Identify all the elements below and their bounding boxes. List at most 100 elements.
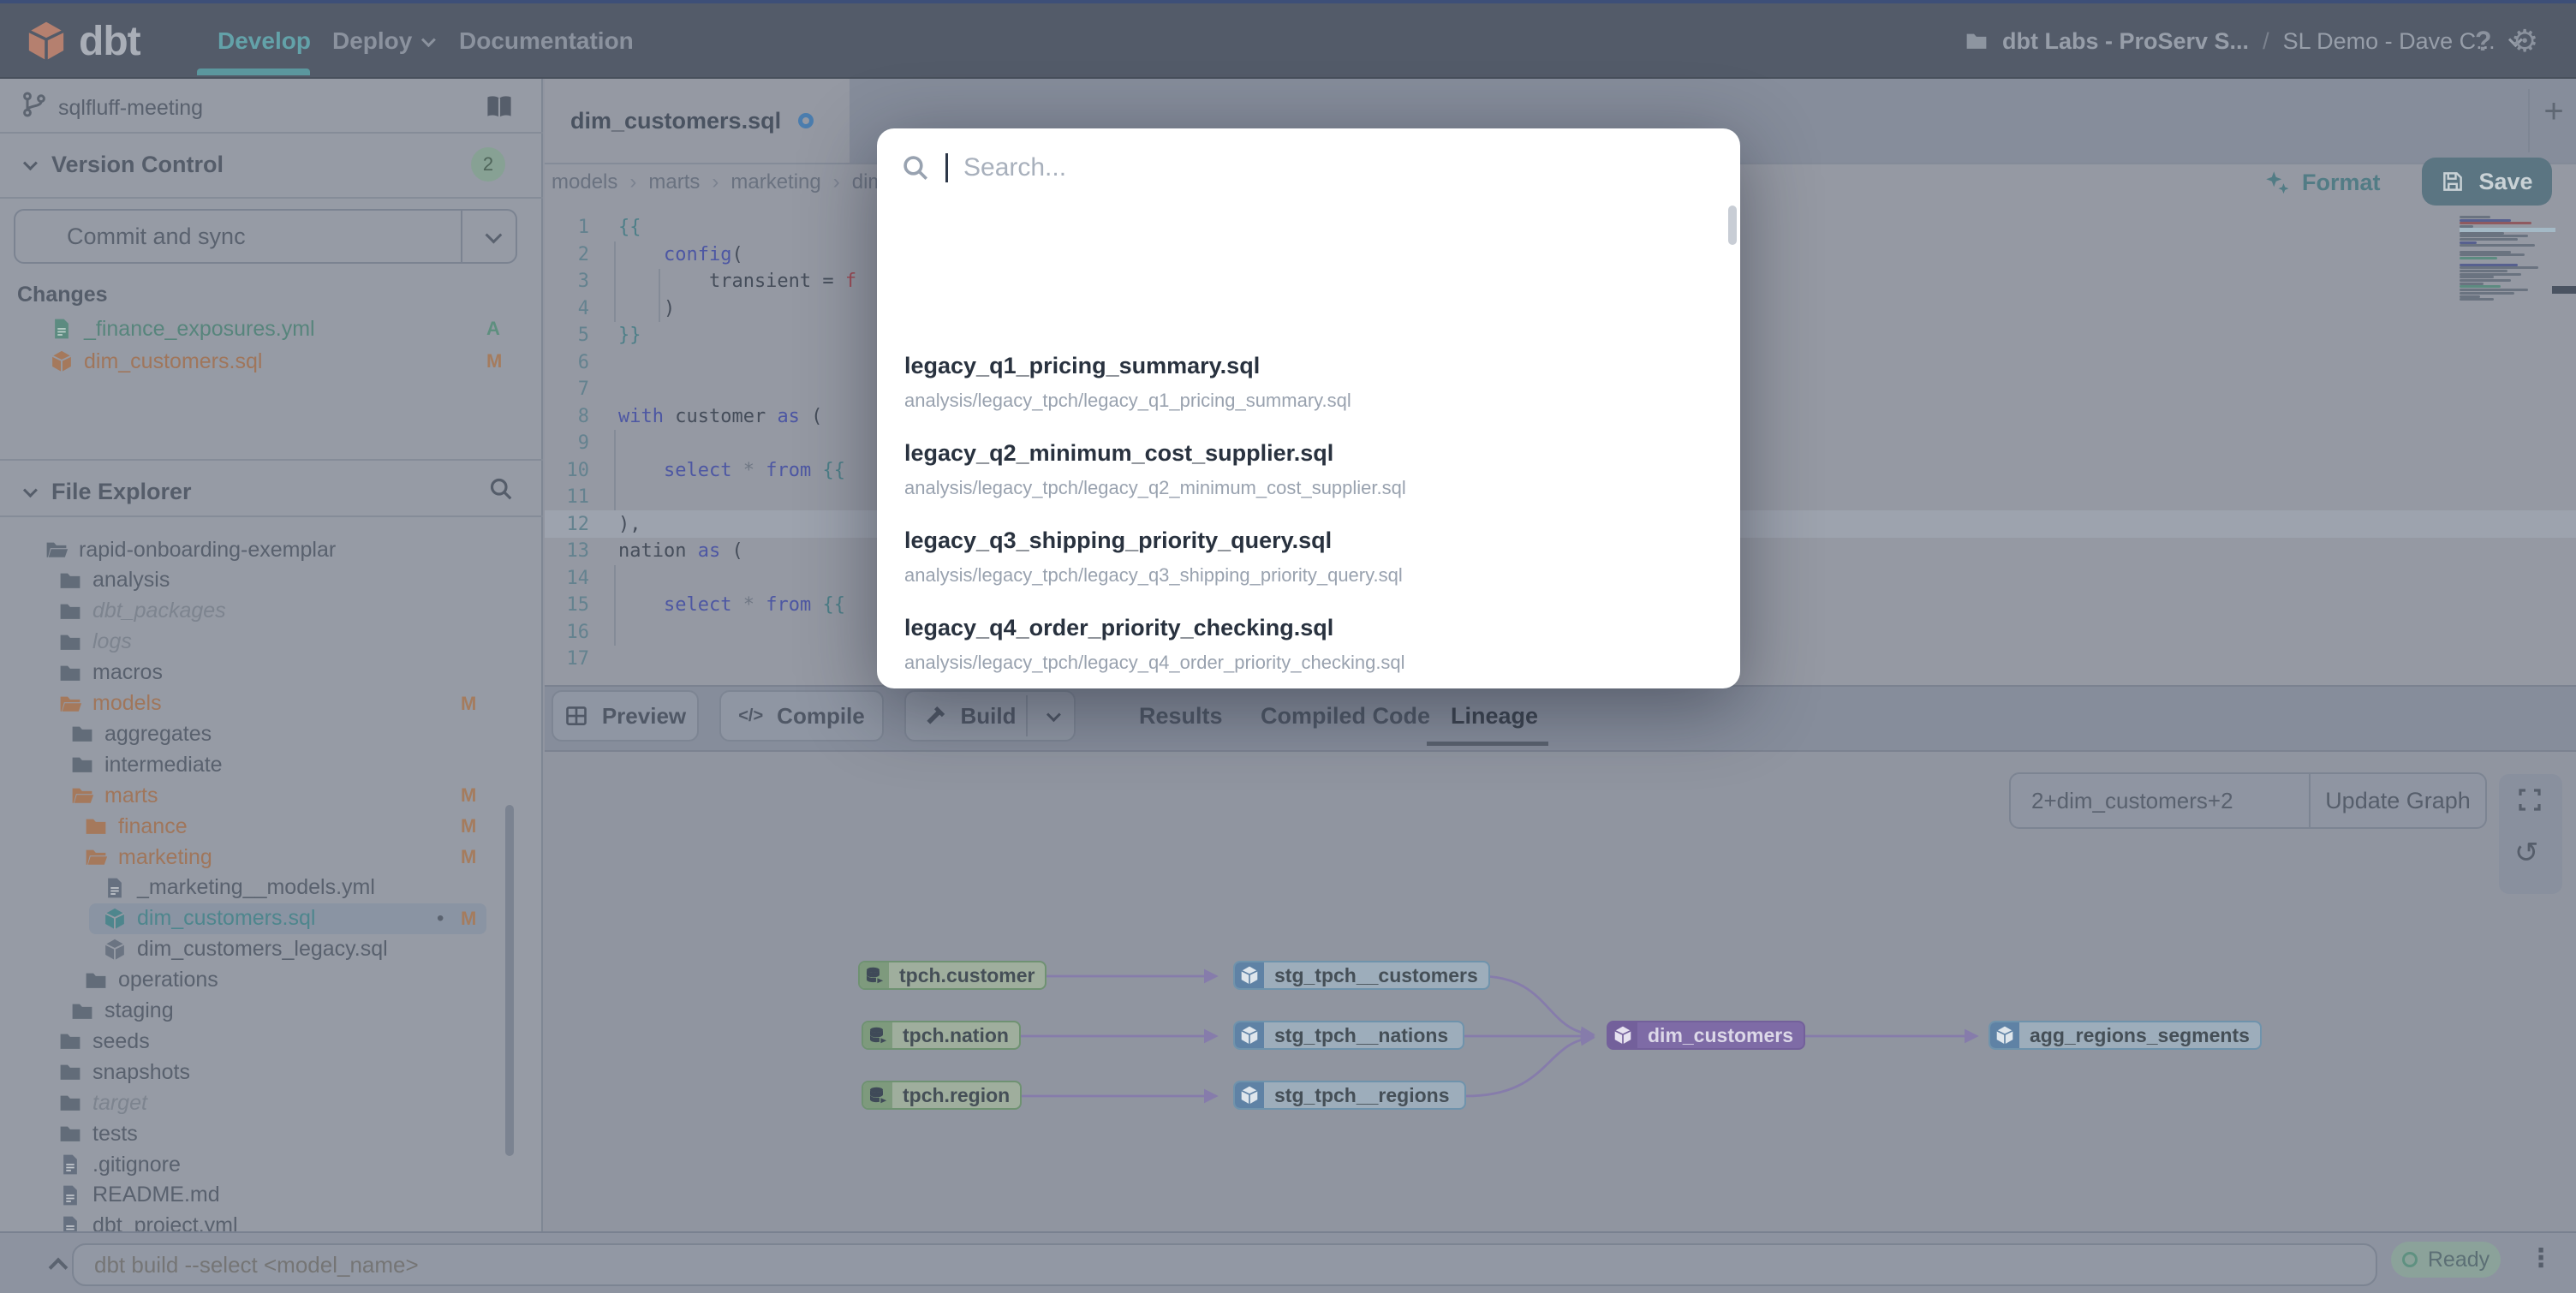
- code-icon: </>: [738, 706, 764, 725]
- floppy-icon: [2441, 170, 2465, 194]
- tree-item-analysis[interactable]: analysis: [0, 565, 528, 596]
- file-tree-scrollbar[interactable]: [505, 805, 514, 1156]
- tree-item-rapid-onboarding-exemplar[interactable]: rapid-onboarding-exemplar: [0, 534, 528, 565]
- tree-item-dbt-packages[interactable]: dbt_packages: [0, 596, 528, 627]
- tree-item-marts[interactable]: marts M: [0, 780, 528, 811]
- tree-item-label: macros: [92, 660, 163, 685]
- tab-results[interactable]: Results: [1139, 690, 1223, 742]
- nav-documentation[interactable]: Documentation: [459, 3, 634, 79]
- commit-and-sync-button[interactable]: Commit and sync: [14, 209, 517, 264]
- modified-badge: M: [461, 692, 477, 714]
- help-icon[interactable]: ?: [2475, 3, 2492, 79]
- tree-item-target[interactable]: target: [0, 1087, 528, 1118]
- changes-label: Changes: [17, 283, 108, 307]
- lineage-node-stg-tpch-regions[interactable]: stg_tpch__regions: [1233, 1081, 1466, 1110]
- update-graph-button[interactable]: Update Graph: [2309, 774, 2485, 827]
- tree-item-label: seeds: [92, 1028, 150, 1053]
- docs-book-icon[interactable]: [485, 92, 514, 122]
- code-text: select * from {{: [663, 459, 845, 481]
- dbt-command-input[interactable]: [72, 1243, 2377, 1286]
- minimap-viewport: [2460, 228, 2555, 232]
- model-cube-icon: [103, 907, 127, 931]
- code-text: {{: [618, 217, 641, 238]
- tree-item-aggregates[interactable]: aggregates: [0, 718, 528, 749]
- search-icon[interactable]: [488, 476, 514, 502]
- database-icon: [863, 1082, 892, 1108]
- lineage-node-agg-regions-segments[interactable]: agg_regions_segments: [1989, 1021, 2262, 1050]
- change-row[interactable]: _finance_exposures.yml A: [0, 313, 514, 344]
- modal-scrollbar-thumb[interactable]: [1728, 206, 1737, 245]
- search-icon: [901, 153, 930, 182]
- search-result-item[interactable]: legacy_q3_shipping_priority_query.sql ana…: [904, 527, 1658, 587]
- tree-item--gitignore[interactable]: .gitignore: [0, 1149, 528, 1180]
- tree-item-dim-customers-legacy-sql[interactable]: dim_customers_legacy.sql: [0, 934, 528, 965]
- compile-button[interactable]: </> Compile: [719, 690, 884, 742]
- version-control-header[interactable]: Version Control: [0, 147, 543, 182]
- tree-item-logs[interactable]: logs: [0, 627, 528, 658]
- line-number: 6: [577, 351, 589, 373]
- search-result-item[interactable]: legacy_q2_minimum_cost_supplier.sql analy…: [904, 440, 1658, 499]
- preview-button[interactable]: Preview: [552, 690, 699, 742]
- code-text: transient = f: [618, 271, 857, 292]
- tree-item-marketing[interactable]: marketing M: [0, 842, 528, 873]
- tree-item-snapshots[interactable]: snapshots: [0, 1057, 528, 1087]
- format-button[interactable]: Format: [2264, 159, 2381, 206]
- search-result-item[interactable]: legacy_q1_pricing_summary.sql analysis/le…: [904, 353, 1658, 412]
- line-number: 14: [566, 567, 590, 589]
- lineage-node-dim-customers[interactable]: dim_customers: [1607, 1021, 1806, 1050]
- tab-lineage[interactable]: Lineage: [1451, 690, 1538, 742]
- search-result-item[interactable]: legacy_q4_order_priority_checking.sql ana…: [904, 615, 1658, 674]
- tree-item-readme-md[interactable]: README.md: [0, 1180, 528, 1211]
- lineage-node-stg-tpch-customers[interactable]: stg_tpch__customers: [1233, 961, 1490, 990]
- unsaved-dot: •: [437, 906, 444, 930]
- model-cube-icon: [1235, 962, 1264, 988]
- modal-search-input[interactable]: [963, 153, 1477, 182]
- tree-item-dim-customers-sql[interactable]: dim_customers.sql • M: [0, 903, 528, 934]
- dbt-ide-app: dbt Develop Deploy Documentation dbt Lab…: [0, 0, 2576, 1293]
- tree-item-finance[interactable]: finance M: [0, 811, 528, 842]
- lineage-node-tpch-region[interactable]: tpch.region: [862, 1081, 1023, 1110]
- fullscreen-icon[interactable]: [2516, 786, 2543, 813]
- file-explorer-header[interactable]: File Explorer: [0, 474, 543, 509]
- kebab-menu-icon[interactable]: ⋮: [2528, 1243, 2555, 1273]
- lineage-node-stg-tpch-nations[interactable]: stg_tpch__nations: [1233, 1021, 1464, 1050]
- tree-item-operations[interactable]: operations: [0, 965, 528, 996]
- tree-item-staging[interactable]: staging: [0, 996, 528, 1027]
- text-cursor: [945, 153, 948, 182]
- folder-icon: [70, 999, 94, 1023]
- breadcrumb-item[interactable]: marts: [648, 170, 700, 194]
- lineage-node-tpch-nation[interactable]: tpch.nation: [862, 1021, 1021, 1050]
- line-number: 8: [577, 405, 589, 427]
- tree-item-macros[interactable]: macros: [0, 658, 528, 688]
- tree-item-tests[interactable]: tests: [0, 1118, 528, 1149]
- tree-item-seeds[interactable]: seeds: [0, 1026, 528, 1057]
- new-tab-button[interactable]: +: [2537, 91, 2571, 132]
- nav-develop[interactable]: Develop: [218, 3, 311, 79]
- tree-item--marketing-models-yml[interactable]: _marketing__models.yml: [0, 873, 528, 903]
- folder-icon: [70, 784, 94, 807]
- build-button[interactable]: Build: [904, 690, 1076, 742]
- account-project-breadcrumb[interactable]: dbt Labs - ProServ S... / SL Demo - Dave…: [1965, 3, 2523, 79]
- gear-icon[interactable]: ⚙: [2511, 3, 2538, 79]
- breadcrumb-item[interactable]: marketing: [730, 170, 820, 194]
- tree-item-label: finance: [118, 813, 188, 838]
- nav-deploy[interactable]: Deploy: [332, 3, 437, 79]
- tab-compiled-code[interactable]: Compiled Code: [1261, 690, 1430, 742]
- divider: [0, 197, 543, 199]
- lineage-node-tpch-customer[interactable]: tpch.customer: [858, 961, 1047, 990]
- lineage-filter-input[interactable]: [2011, 774, 2309, 827]
- save-button[interactable]: Save: [2422, 158, 2552, 206]
- change-row[interactable]: dim_customers.sql M: [0, 346, 514, 377]
- editor-scrollbar-thumb[interactable]: [2552, 286, 2576, 294]
- dbt-logo[interactable]: dbt: [24, 3, 141, 79]
- chevron-down-icon: [421, 33, 437, 48]
- breadcrumb[interactable]: models›marts›marketing›dim_c: [552, 163, 907, 202]
- search-result-path: analysis/legacy_tpch/legacy_q4_order_pri…: [904, 652, 1405, 673]
- breadcrumb-item[interactable]: models: [552, 170, 617, 194]
- tree-item-intermediate[interactable]: intermediate: [0, 749, 528, 780]
- tree-item-models[interactable]: models M: [0, 688, 528, 719]
- change-file-name: dim_customers.sql: [84, 349, 263, 373]
- reset-view-icon[interactable]: ↺: [2514, 836, 2539, 870]
- divider: [1026, 695, 1028, 736]
- tab-dim-customers[interactable]: dim_customers.sql: [545, 79, 850, 163]
